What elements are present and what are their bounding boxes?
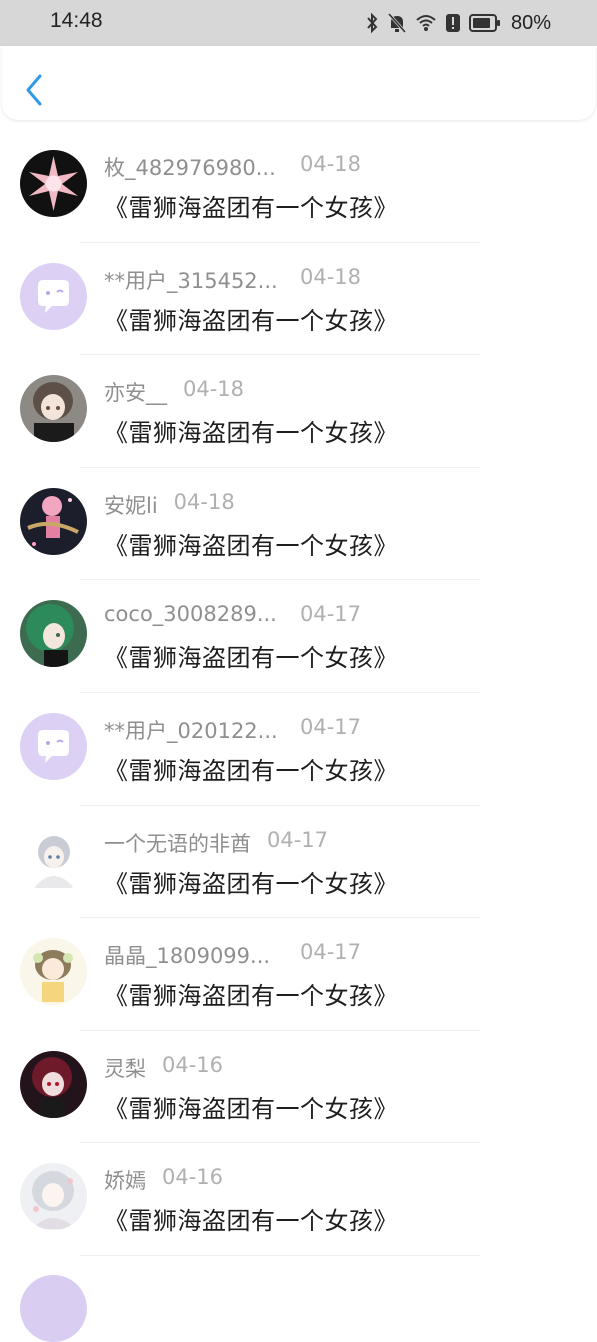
bluetooth-icon bbox=[365, 12, 379, 34]
user-name[interactable]: **用户_315452... bbox=[104, 265, 284, 295]
comment-meta: 亦安__ 04-18 bbox=[104, 377, 244, 407]
user-name[interactable]: 娇嫣 bbox=[104, 1165, 146, 1195]
comment-meta: 一个无语的非酋 04-17 bbox=[104, 828, 328, 858]
comment-title[interactable]: 《雷狮海盗团有一个女孩》 bbox=[104, 751, 398, 786]
status-time: 14:48 bbox=[50, 9, 103, 32]
comment-row[interactable]: 一个无语的非酋 04-17 《雷狮海盗团有一个女孩》 bbox=[0, 806, 597, 919]
comment-title[interactable]: 《雷狮海盗团有一个女孩》 bbox=[104, 864, 398, 899]
comment-row[interactable]: 安妮li 04-18 《雷狮海盗团有一个女孩》 bbox=[0, 468, 597, 581]
avatar[interactable] bbox=[20, 1275, 87, 1342]
nav-bar bbox=[2, 46, 595, 120]
comment-row[interactable]: 亦安__ 04-18 《雷狮海盗团有一个女孩》 bbox=[0, 355, 597, 468]
comment-date: 04-18 bbox=[300, 264, 362, 289]
comment-meta: 枚_482976980... 04-18 bbox=[104, 152, 361, 182]
avatar[interactable] bbox=[20, 712, 87, 780]
user-name[interactable]: 安妮li bbox=[104, 490, 158, 520]
user-name[interactable]: **用户_020122... bbox=[104, 715, 284, 745]
avatar[interactable] bbox=[20, 1050, 87, 1118]
user-name[interactable]: 晶晶_1809099... bbox=[104, 940, 284, 970]
comment-row[interactable]: 灵梨 04-16 《雷狮海盗团有一个女孩》 bbox=[0, 1031, 597, 1144]
alert-icon bbox=[445, 12, 461, 34]
comment-meta: 晶晶_1809099... 04-17 bbox=[104, 940, 361, 970]
comment-row[interactable]: **用户_020122... 04-17 《雷狮海盗团有一个女孩》 bbox=[0, 693, 597, 806]
comment-date: 04-17 bbox=[300, 602, 362, 627]
user-name[interactable]: 亦安__ bbox=[104, 377, 167, 407]
comment-date: 04-17 bbox=[267, 827, 329, 852]
comment-title[interactable]: 《雷狮海盗团有一个女孩》 bbox=[104, 1089, 398, 1124]
avatar[interactable] bbox=[20, 600, 87, 668]
user-name[interactable]: 灵梨 bbox=[104, 1053, 146, 1083]
comment-title[interactable]: 《雷狮海盗团有一个女孩》 bbox=[104, 1201, 398, 1236]
comment-date: 04-17 bbox=[300, 940, 362, 965]
comment-meta: 灵梨 04-16 bbox=[104, 1053, 223, 1083]
back-button[interactable] bbox=[22, 72, 46, 108]
comment-meta: 娇嫣 04-16 bbox=[104, 1165, 223, 1195]
comment-date: 04-17 bbox=[300, 714, 362, 739]
comment-list: 枚_482976980... 04-18 《雷狮海盗团有一个女孩》 **用户_3154… bbox=[0, 130, 597, 1256]
comment-title[interactable]: 《雷狮海盗团有一个女孩》 bbox=[104, 526, 398, 561]
avatar[interactable] bbox=[20, 487, 87, 555]
comment-meta: 安妮li 04-18 bbox=[104, 490, 235, 520]
comment-date: 04-16 bbox=[162, 1052, 224, 1077]
comment-date: 04-16 bbox=[162, 1165, 224, 1190]
comment-title[interactable]: 《雷狮海盗团有一个女孩》 bbox=[104, 301, 398, 336]
battery-icon bbox=[468, 13, 501, 33]
mute-bell-icon bbox=[387, 12, 407, 34]
avatar[interactable] bbox=[20, 1163, 87, 1231]
comment-row[interactable]: **用户_315452... 04-18 《雷狮海盗团有一个女孩》 bbox=[0, 243, 597, 356]
comment-title[interactable]: 《雷狮海盗团有一个女孩》 bbox=[104, 413, 398, 448]
comment-row[interactable]: 枚_482976980... 04-18 《雷狮海盗团有一个女孩》 bbox=[0, 130, 597, 243]
status-bar: 14:48 80% bbox=[0, 0, 597, 46]
wifi-icon bbox=[415, 12, 437, 34]
avatar[interactable] bbox=[20, 938, 87, 1006]
user-name[interactable]: 枚_482976980... bbox=[104, 152, 284, 182]
avatar[interactable] bbox=[20, 262, 87, 330]
comment-meta: **用户_020122... 04-17 bbox=[104, 715, 361, 745]
comment-meta: coco_3008289... 04-17 bbox=[104, 602, 361, 626]
battery-percent: 80% bbox=[510, 11, 551, 34]
avatar[interactable] bbox=[20, 375, 87, 443]
comment-date: 04-18 bbox=[173, 489, 235, 514]
comment-date: 04-18 bbox=[183, 377, 245, 402]
chevron-left-icon bbox=[26, 74, 42, 106]
comment-title[interactable]: 《雷狮海盗团有一个女孩》 bbox=[104, 188, 398, 223]
comment-row[interactable]: coco_3008289... 04-17 《雷狮海盗团有一个女孩》 bbox=[0, 580, 597, 693]
avatar[interactable] bbox=[20, 825, 87, 893]
comment-row[interactable]: 娇嫣 04-16 《雷狮海盗团有一个女孩》 bbox=[0, 1143, 597, 1256]
comment-title[interactable]: 《雷狮海盗团有一个女孩》 bbox=[104, 976, 398, 1011]
user-name[interactable]: 一个无语的非酋 bbox=[104, 828, 251, 858]
status-icons: 80% bbox=[365, 9, 551, 37]
comment-date: 04-18 bbox=[300, 152, 362, 176]
user-name[interactable]: coco_3008289... bbox=[104, 602, 284, 626]
comment-meta: **用户_315452... 04-18 bbox=[104, 265, 361, 295]
avatar[interactable] bbox=[20, 150, 87, 217]
comment-row[interactable]: 晶晶_1809099... 04-17 《雷狮海盗团有一个女孩》 bbox=[0, 918, 597, 1031]
divider bbox=[80, 1254, 480, 1256]
comment-title[interactable]: 《雷狮海盗团有一个女孩》 bbox=[104, 638, 398, 673]
